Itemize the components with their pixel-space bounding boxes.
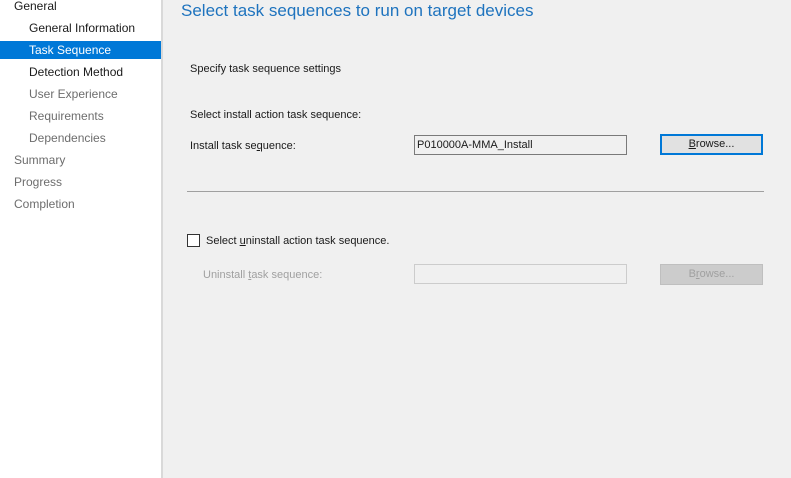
uninstall-checkbox[interactable] <box>187 234 200 247</box>
sidebar-item-general-information[interactable]: General Information <box>0 19 161 37</box>
sidebar-item-detection-method[interactable]: Detection Method <box>0 63 161 81</box>
sidebar-item-dependencies[interactable]: Dependencies <box>0 129 161 147</box>
sidebar-item-label: Completion <box>14 197 75 211</box>
install-browse-button[interactable]: Browse... <box>660 134 763 155</box>
sidebar-item-label: Dependencies <box>29 131 106 145</box>
wizard-sidebar: General General Information Task Sequenc… <box>0 0 161 478</box>
sidebar-item-user-experience[interactable]: User Experience <box>0 85 161 103</box>
sidebar-item-label: Task Sequence <box>29 43 112 57</box>
sidebar-item-label: General Information <box>29 21 136 35</box>
sidebar-item-label: Detection Method <box>29 65 124 79</box>
sidebar-item-completion[interactable]: Completion <box>0 195 161 213</box>
install-task-sequence-field[interactable]: P010000A-MMA_Install <box>414 135 627 155</box>
page-title: Select task sequences to run on target d… <box>181 1 534 20</box>
sidebar-item-label: Summary <box>14 153 66 167</box>
uninstall-task-sequence-label: Uninstall task sequence: <box>203 269 323 281</box>
page-subtitle: Specify task sequence settings <box>190 63 342 75</box>
uninstall-task-sequence-field[interactable] <box>414 264 627 284</box>
sidebar-item-summary[interactable]: Summary <box>0 151 161 169</box>
sidebar-item-task-sequence[interactable]: Task Sequence <box>0 41 161 59</box>
sidebar-item-label: General <box>14 0 57 13</box>
install-section-label: Select install action task sequence: <box>190 109 362 121</box>
sidebar-item-label: Progress <box>14 175 63 189</box>
install-task-sequence-label: Install task sequence: <box>190 140 296 152</box>
sidebar-item-progress[interactable]: Progress <box>0 173 161 191</box>
sidebar-item-label: Requirements <box>29 109 104 123</box>
uninstall-browse-button[interactable]: Browse... <box>660 264 763 285</box>
wizard-page: Select task sequences to run on target d… <box>163 0 791 478</box>
section-divider <box>187 191 764 192</box>
sidebar-item-label: User Experience <box>29 87 118 101</box>
sidebar-item-requirements[interactable]: Requirements <box>0 107 161 125</box>
sidebar-item-general[interactable]: General <box>0 0 161 15</box>
uninstall-checkbox-label[interactable]: Select uninstall action task sequence. <box>206 234 389 248</box>
